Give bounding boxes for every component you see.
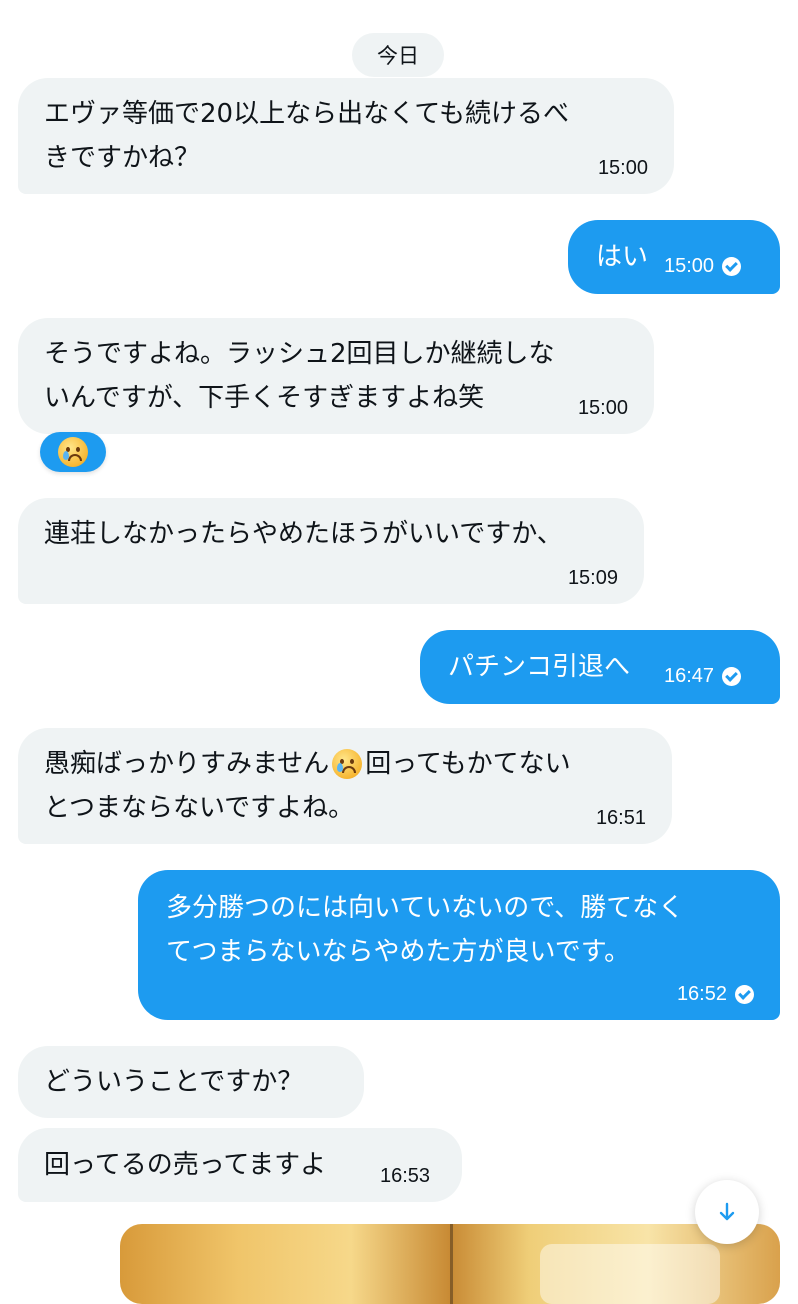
message-text: 愚痴ばっかりすみません — [44, 749, 330, 779]
message-text: 連荘しなかったらやめたほうがいいですか、 — [44, 519, 563, 549]
crying-face-emoji — [58, 437, 88, 467]
message-text: はい — [596, 242, 649, 272]
image-message[interactable] — [120, 1224, 780, 1304]
message-time: 16:53 — [380, 1165, 431, 1187]
message-bubble-outgoing[interactable]: パチンコ引退へ 16:47 — [420, 630, 780, 704]
message-text: きですかね？ — [44, 143, 201, 173]
message-text: パチンコ引退へ — [448, 652, 631, 682]
arrow-down-icon — [719, 1202, 735, 1221]
check-circle-icon — [722, 256, 742, 276]
message-bubble-outgoing[interactable]: はい 15:00 — [568, 220, 780, 294]
message-time: 15:09 — [567, 567, 618, 589]
message-text: エヴァ等価で20以上なら出なくても続けるべ — [44, 99, 570, 129]
message-bubble-outgoing[interactable]: 多分勝つのには向いていないので、勝てなく てつまらないならやめた方が良いです。 … — [138, 870, 780, 1020]
date-separator: 今日 — [352, 33, 444, 77]
message-text: どういうことですか？ — [44, 1067, 304, 1097]
message-time: 16:51 — [595, 807, 646, 829]
check-circle-icon — [722, 666, 742, 686]
message-text: とつまならないですよね。 — [44, 793, 355, 823]
crying-face-emoji — [332, 749, 363, 779]
message-bubble-incoming[interactable]: 連荘しなかったらやめたほうがいいですか、 15:09 — [18, 498, 644, 604]
message-bubble-incoming[interactable]: エヴァ等価で20以上なら出なくても続けるべ きですかね？ 15:00 — [18, 78, 674, 194]
message-text: いんですが、下手くそすぎますよね笑 — [44, 383, 485, 413]
check-circle-icon — [735, 984, 754, 1004]
message-bubble-incoming[interactable]: どういうことですか？ — [18, 1046, 364, 1118]
message-text: 回ってもかてない — [365, 749, 571, 779]
message-time: 15:00 — [577, 397, 628, 419]
date-label: 今日 — [377, 44, 419, 68]
message-time: 16:47 — [664, 665, 715, 687]
message-bubble-incoming[interactable]: 愚痴ばっかりすみません 回ってもかてない とつまならないですよね。 16:51 — [18, 728, 672, 844]
scroll-to-bottom-button[interactable] — [695, 1180, 759, 1244]
message-text: 回ってるの売ってますよ — [44, 1150, 327, 1180]
message-text: そうですよね。ラッシュ2回目しか継続しな — [44, 339, 555, 369]
message-bubble-incoming[interactable]: 回ってるの売ってますよ 16:53 — [18, 1128, 462, 1202]
message-bubble-incoming[interactable]: そうですよね。ラッシュ2回目しか継続しな いんですが、下手くそすぎますよね笑 1… — [18, 318, 654, 434]
message-time: 15:00 — [597, 157, 648, 179]
message-reaction[interactable] — [40, 432, 106, 472]
message-time: 16:52 — [676, 983, 727, 1005]
message-text: 多分勝つのには向いていないので、勝てなく — [166, 893, 685, 923]
message-time: 15:00 — [664, 255, 715, 277]
message-text: てつまらないならやめた方が良いです。 — [166, 937, 631, 967]
